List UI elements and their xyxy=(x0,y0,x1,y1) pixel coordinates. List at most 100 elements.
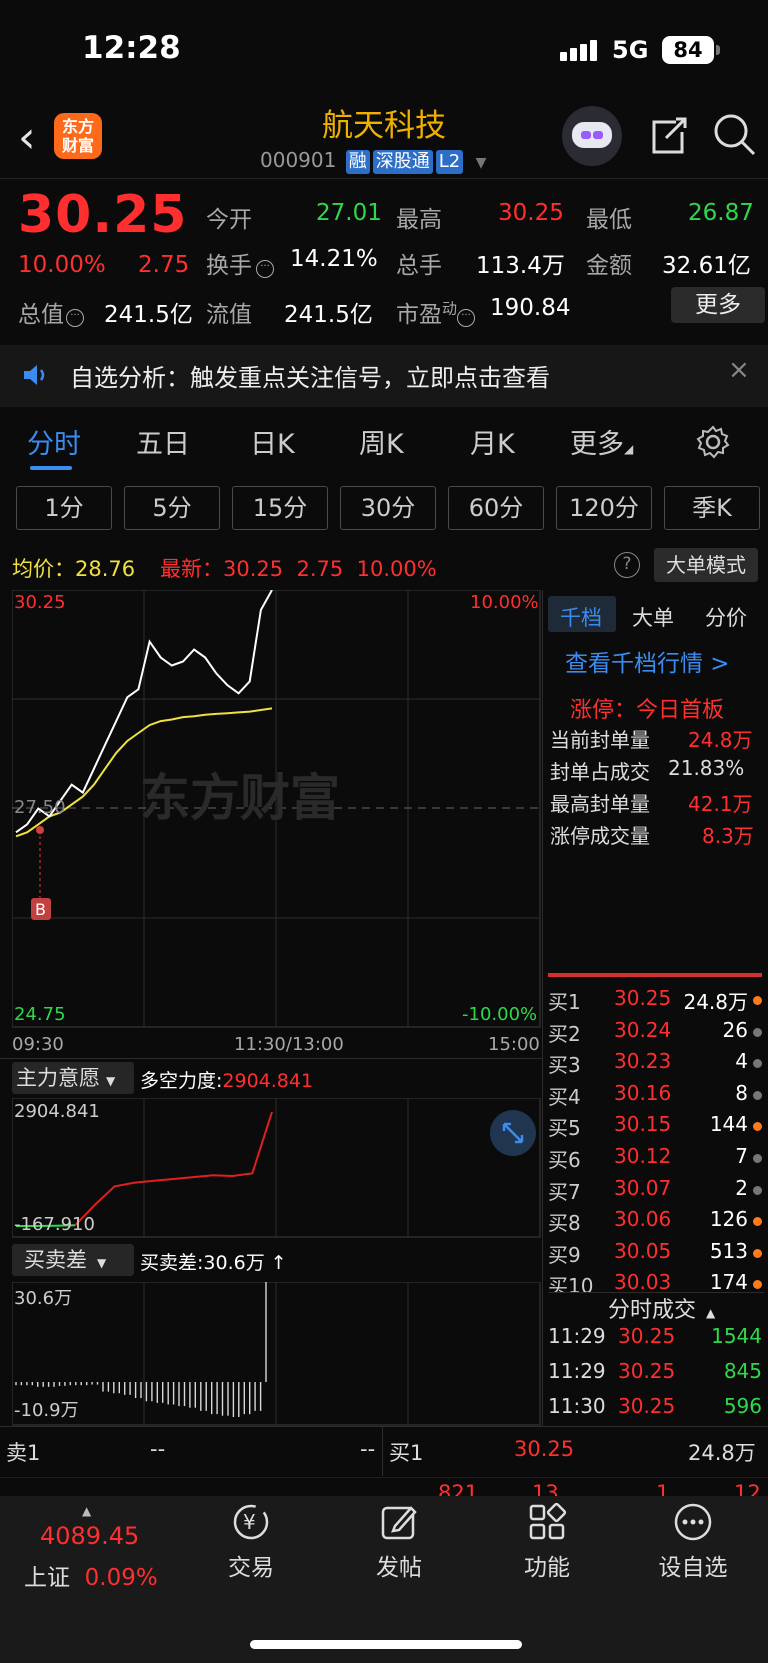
x-tick-close: 15:00 xyxy=(488,1034,540,1055)
bid-row[interactable]: 买4 30.16 8 xyxy=(548,1081,764,1111)
big-order-mode-button[interactable]: 大单模式 xyxy=(654,548,758,582)
tab-intraday[interactable]: 分时 xyxy=(27,422,81,461)
tick-volume: 845 xyxy=(723,1359,762,1383)
view-thousand-link[interactable]: 查看千档行情 > xyxy=(565,644,730,678)
bid-dot xyxy=(753,1090,762,1100)
bid-price: 30.23 xyxy=(614,1049,672,1074)
indicator-selector-1[interactable]: 主力意愿 ▼ xyxy=(12,1062,134,1094)
tab-five-day[interactable]: 五日 xyxy=(136,422,190,461)
expand-icon[interactable] xyxy=(490,1110,536,1156)
ask1-label: 卖1 xyxy=(6,1441,41,1465)
bid-row[interactable]: 买6 30.12 7 xyxy=(548,1144,764,1174)
bid-row[interactable]: 买10 30.03 174 xyxy=(548,1270,764,1292)
force-line-positive xyxy=(74,1111,273,1226)
bid-row[interactable]: 买9 30.05 513 xyxy=(548,1239,764,1269)
bid-volume: 2 xyxy=(735,1175,748,1200)
sub2-metric: 买卖差:30.6万 ↑ xyxy=(140,1252,287,1274)
bid-label: 买7 xyxy=(548,1179,581,1204)
robot-face xyxy=(572,122,612,148)
bid-row[interactable]: 买7 30.07 2 xyxy=(548,1176,764,1206)
panel-divider xyxy=(542,590,543,1426)
tag-connect: 深股通 xyxy=(372,150,433,174)
bid-label: 买8 xyxy=(548,1211,581,1236)
more-button[interactable]: 更多 xyxy=(671,287,765,323)
intraday-chart[interactable]: 东方财富 B xyxy=(12,590,542,1028)
battery-icon: 84 xyxy=(662,36,714,64)
tick-time: 11:29 xyxy=(548,1324,606,1348)
open-value: 27.01 xyxy=(316,200,382,226)
tab-weekly-k[interactable]: 周K xyxy=(359,422,404,461)
search-icon[interactable] xyxy=(712,112,758,158)
nav-post[interactable]: 发帖 xyxy=(324,1500,474,1582)
period-1min[interactable]: 1分 xyxy=(16,486,112,530)
tick-row: 11:30 30.25 596 xyxy=(548,1394,764,1426)
robot-eye-left xyxy=(581,131,591,139)
nav-add-watchlist[interactable]: 设自选 xyxy=(618,1500,768,1582)
indicator-selector-2[interactable]: 买卖差 ▼ xyxy=(12,1244,134,1276)
index-name[interactable]: 上证 0.09% xyxy=(24,1558,158,1592)
tab-price-distribution[interactable]: 分价 xyxy=(705,602,747,632)
period-5min[interactable]: 5分 xyxy=(124,486,220,530)
tab-big-order[interactable]: 大单 xyxy=(632,602,674,632)
bid-row[interactable]: 买2 30.24 26 xyxy=(548,1018,764,1048)
low-value: 26.87 xyxy=(688,200,754,226)
period-15min[interactable]: 15分 xyxy=(232,486,328,530)
bid-row[interactable]: 买3 30.23 4 xyxy=(548,1049,764,1079)
grid-icon xyxy=(472,1500,622,1544)
clock: 12:28 xyxy=(82,30,181,66)
period-120min[interactable]: 120分 xyxy=(556,486,652,530)
tab-more[interactable]: 更多◢ xyxy=(570,422,633,461)
x-tick-open: 09:30 xyxy=(12,1034,64,1055)
bid-row[interactable]: 买5 30.15 144 xyxy=(548,1112,764,1142)
bid-price: 30.12 xyxy=(614,1144,672,1168)
ask1-vol: -- xyxy=(360,1437,376,1461)
bid-volume: 126 xyxy=(709,1207,748,1232)
period-season-k[interactable]: 季K xyxy=(664,486,760,530)
bid-row[interactable]: 买8 30.06 126 xyxy=(548,1207,764,1237)
help-icon[interactable]: ? xyxy=(614,552,640,578)
tab-thousand[interactable]: 千档 xyxy=(560,602,602,632)
nav-functions[interactable]: 功能 xyxy=(472,1500,622,1582)
tick-price: 30.25 xyxy=(618,1359,676,1383)
bid1-price: 30.25 xyxy=(514,1437,575,1461)
bid-list: 买1 30.25 24.8万 买2 30.24 26 买3 30.23 4 买4 30.16 8 买5 3… xyxy=(548,986,764,1292)
stock-code-row[interactable]: 000901 融深股通 L2 ▼ xyxy=(260,148,486,174)
tab-monthly-k[interactable]: 月K xyxy=(470,422,515,461)
period-60min[interactable]: 60分 xyxy=(448,486,544,530)
bid-price: 30.25 xyxy=(614,986,672,1010)
x-tick-noon: 11:30/13:00 xyxy=(234,1034,344,1055)
y-mid-label: 27.50 xyxy=(14,797,66,818)
bid-dot xyxy=(753,1248,762,1258)
limit-up-title: 涨停：今日首板 xyxy=(570,698,725,723)
bid-label: 买9 xyxy=(548,1242,581,1267)
period-30min[interactable]: 30分 xyxy=(340,486,436,530)
divider xyxy=(382,1426,383,1476)
stock-code: 000901 xyxy=(260,148,337,172)
nav-trade[interactable]: ¥ 交易 xyxy=(176,1500,326,1582)
battery-tip xyxy=(716,45,720,55)
index-value[interactable]: 4089.45 xyxy=(40,1522,139,1550)
bid-price: 30.07 xyxy=(614,1175,672,1200)
tab-daily-k[interactable]: 日K xyxy=(250,422,295,461)
partial-row: 821 13 1 12 xyxy=(438,1481,761,1496)
tab-underline xyxy=(30,466,72,470)
settings-gear-icon[interactable] xyxy=(695,424,731,460)
bid-price: 30.05 xyxy=(614,1238,672,1263)
volume-value: 113.4万 xyxy=(476,253,565,279)
buy-marker-dot xyxy=(36,826,44,834)
float-cap-label: 流值 xyxy=(206,302,252,328)
high-label: 最高 xyxy=(396,207,442,233)
bid-label: 买10 xyxy=(548,1274,594,1292)
home-indicator[interactable] xyxy=(250,1640,522,1649)
ticks-title[interactable]: 分时成交 ▲ xyxy=(608,1292,715,1324)
banner-text[interactable]: 自选分析：触发重点关注信号，立即点击查看 xyxy=(70,358,550,393)
bid-label: 买2 xyxy=(548,1021,581,1046)
bid-row[interactable]: 买1 30.25 24.8万 xyxy=(548,986,764,1016)
robot-eye-right xyxy=(593,131,603,139)
share-icon[interactable] xyxy=(646,114,690,158)
buy-marker-label: B xyxy=(35,900,46,919)
close-icon[interactable]: × xyxy=(728,355,750,385)
bid-label: 买4 xyxy=(548,1084,581,1109)
bid-label: 买3 xyxy=(548,1053,581,1078)
low-label: 最低 xyxy=(586,207,632,233)
